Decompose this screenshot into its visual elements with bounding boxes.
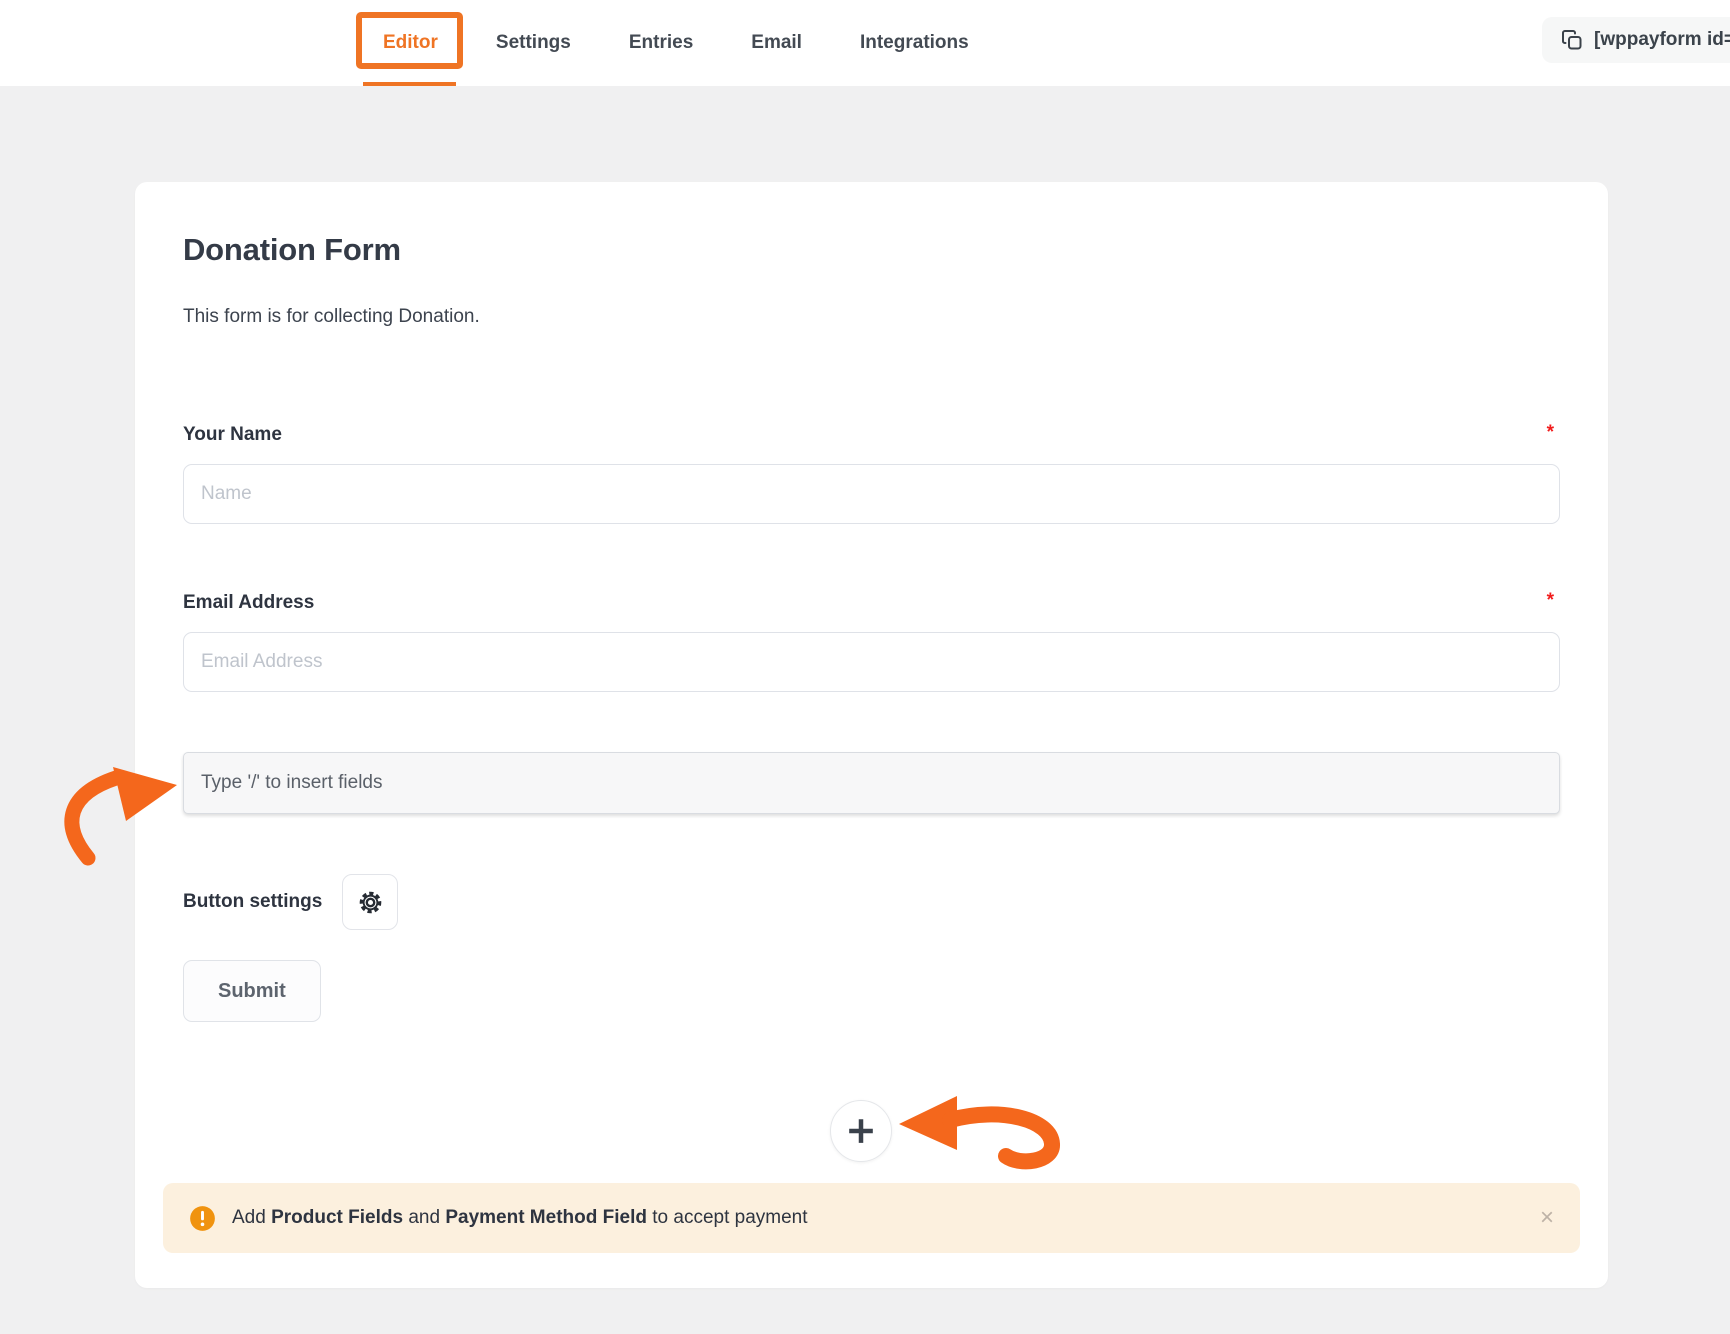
email-input[interactable]	[183, 632, 1560, 692]
required-asterisk: *	[1547, 590, 1554, 612]
copy-icon	[1560, 28, 1584, 52]
notice-close-icon[interactable]: ×	[1540, 1206, 1554, 1230]
insert-fields-input[interactable]: Type '/' to insert fields	[183, 752, 1560, 814]
button-settings-gear-button[interactable]	[342, 874, 398, 930]
required-asterisk: *	[1547, 422, 1554, 444]
tab-entries[interactable]: Entries	[629, 0, 693, 86]
field-your-name-header: Your Name *	[183, 422, 1560, 448]
shortcode-copy-button[interactable]: [wppayform id=	[1542, 17, 1730, 63]
tab-editor-label: Editor	[383, 32, 438, 54]
shortcode-label: [wppayform id=	[1594, 29, 1730, 51]
button-settings-row: Button settings	[183, 874, 1560, 930]
submit-button[interactable]: Submit	[183, 960, 321, 1022]
field-email-label: Email Address	[183, 590, 314, 616]
top-nav: Editor Settings Entries Email Integratio…	[0, 0, 1730, 86]
tab-editor[interactable]: Editor	[383, 0, 438, 86]
tab-bar: Editor Settings Entries Email Integratio…	[383, 0, 969, 86]
add-field-button[interactable]	[830, 1100, 892, 1162]
warning-icon	[189, 1205, 216, 1232]
field-your-name-label: Your Name	[183, 422, 282, 448]
notice-text: Add Product Fields and Payment Method Fi…	[232, 1207, 808, 1229]
payment-notice: Add Product Fields and Payment Method Fi…	[163, 1183, 1580, 1253]
form-card: Donation Form This form is for collectin…	[135, 182, 1608, 1288]
add-field-area	[172, 1100, 1549, 1162]
plus-icon	[843, 1113, 879, 1149]
active-tab-underline	[363, 82, 456, 86]
tab-settings[interactable]: Settings	[496, 0, 571, 86]
field-email-header: Email Address *	[183, 590, 1560, 616]
name-input[interactable]	[183, 464, 1560, 524]
button-settings-label: Button settings	[183, 891, 322, 913]
tab-integrations[interactable]: Integrations	[860, 0, 969, 86]
page: Editor Settings Entries Email Integratio…	[0, 0, 1730, 1334]
form-description: This form is for collecting Donation.	[183, 304, 1560, 330]
gear-icon	[357, 889, 384, 916]
tab-email[interactable]: Email	[751, 0, 802, 86]
form-title: Donation Form	[183, 230, 1560, 270]
